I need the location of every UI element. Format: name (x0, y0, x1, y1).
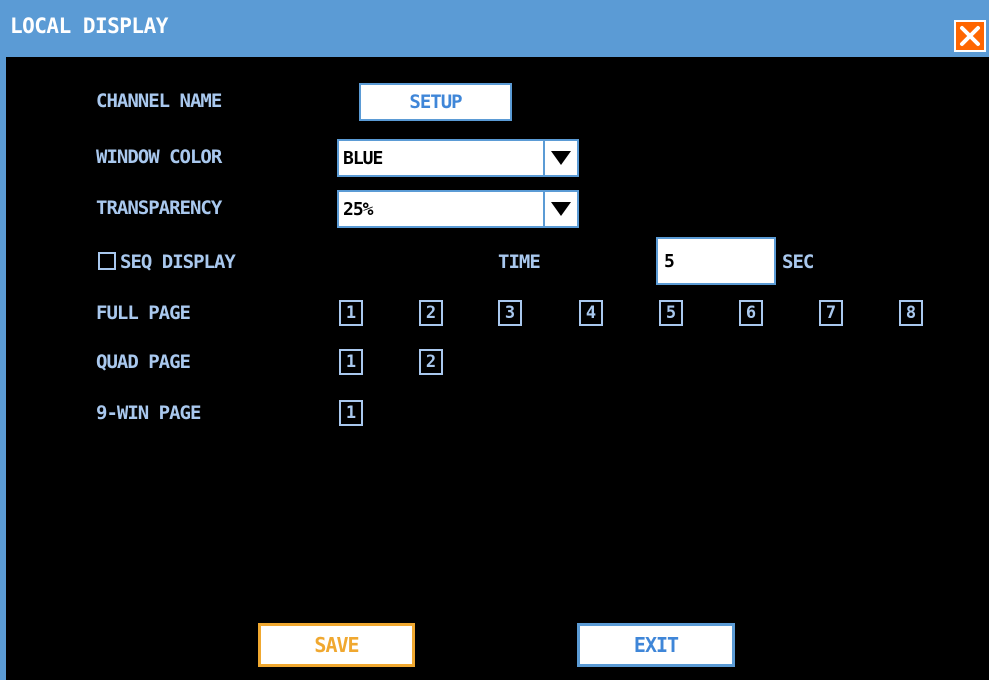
full-page-label: FULL PAGE (96, 302, 191, 324)
sec-label: SEC (782, 251, 814, 273)
window-color-dropdown-arrow[interactable] (543, 141, 577, 175)
full-page-2-button[interactable]: 2 (419, 300, 443, 326)
quad-page-2-button[interactable]: 2 (419, 349, 443, 375)
quad-page-1-button[interactable]: 1 (339, 349, 363, 375)
nine-win-page-1-button[interactable]: 1 (339, 400, 363, 426)
time-value: 5 (664, 251, 675, 272)
full-page-4-button[interactable]: 4 (579, 300, 603, 326)
local-display-dialog: LOCAL DISPLAY CHANNEL NAME SETUP WINDOW … (0, 0, 989, 680)
chevron-down-icon (551, 151, 571, 165)
channel-name-label: CHANNEL NAME (96, 90, 222, 112)
seq-display-label: SEQ DISPLAY (120, 251, 236, 273)
full-page-7-button[interactable]: 7 (819, 300, 843, 326)
full-page-8-button[interactable]: 8 (899, 300, 923, 326)
save-button[interactable]: SAVE (258, 623, 415, 667)
close-button[interactable] (954, 20, 986, 52)
dialog-title: LOCAL DISPLAY (10, 14, 168, 38)
full-page-3-button[interactable]: 3 (498, 300, 522, 326)
nine-win-page-label: 9-WIN PAGE (96, 402, 201, 424)
window-color-value: BLUE (343, 148, 383, 169)
title-bar: LOCAL DISPLAY (0, 0, 989, 57)
transparency-label: TRANSPARENCY (96, 197, 222, 219)
time-input[interactable]: 5 (656, 237, 776, 285)
seq-display-checkbox[interactable] (98, 252, 116, 270)
transparency-select[interactable]: 25% (337, 190, 579, 228)
full-page-5-button[interactable]: 5 (659, 300, 683, 326)
window-color-label: WINDOW COLOR (96, 146, 222, 168)
window-color-select[interactable]: BLUE (337, 139, 579, 177)
full-page-1-button[interactable]: 1 (339, 300, 363, 326)
full-page-6-button[interactable]: 6 (739, 300, 763, 326)
quad-page-label: QUAD PAGE (96, 351, 191, 373)
close-x-icon (960, 26, 980, 46)
time-label: TIME (498, 251, 541, 273)
transparency-value: 25% (343, 199, 373, 220)
window-left-border (0, 57, 6, 680)
chevron-down-icon (551, 202, 571, 216)
setup-button[interactable]: SETUP (359, 83, 512, 121)
exit-button[interactable]: EXIT (577, 623, 735, 667)
transparency-dropdown-arrow[interactable] (543, 192, 577, 226)
